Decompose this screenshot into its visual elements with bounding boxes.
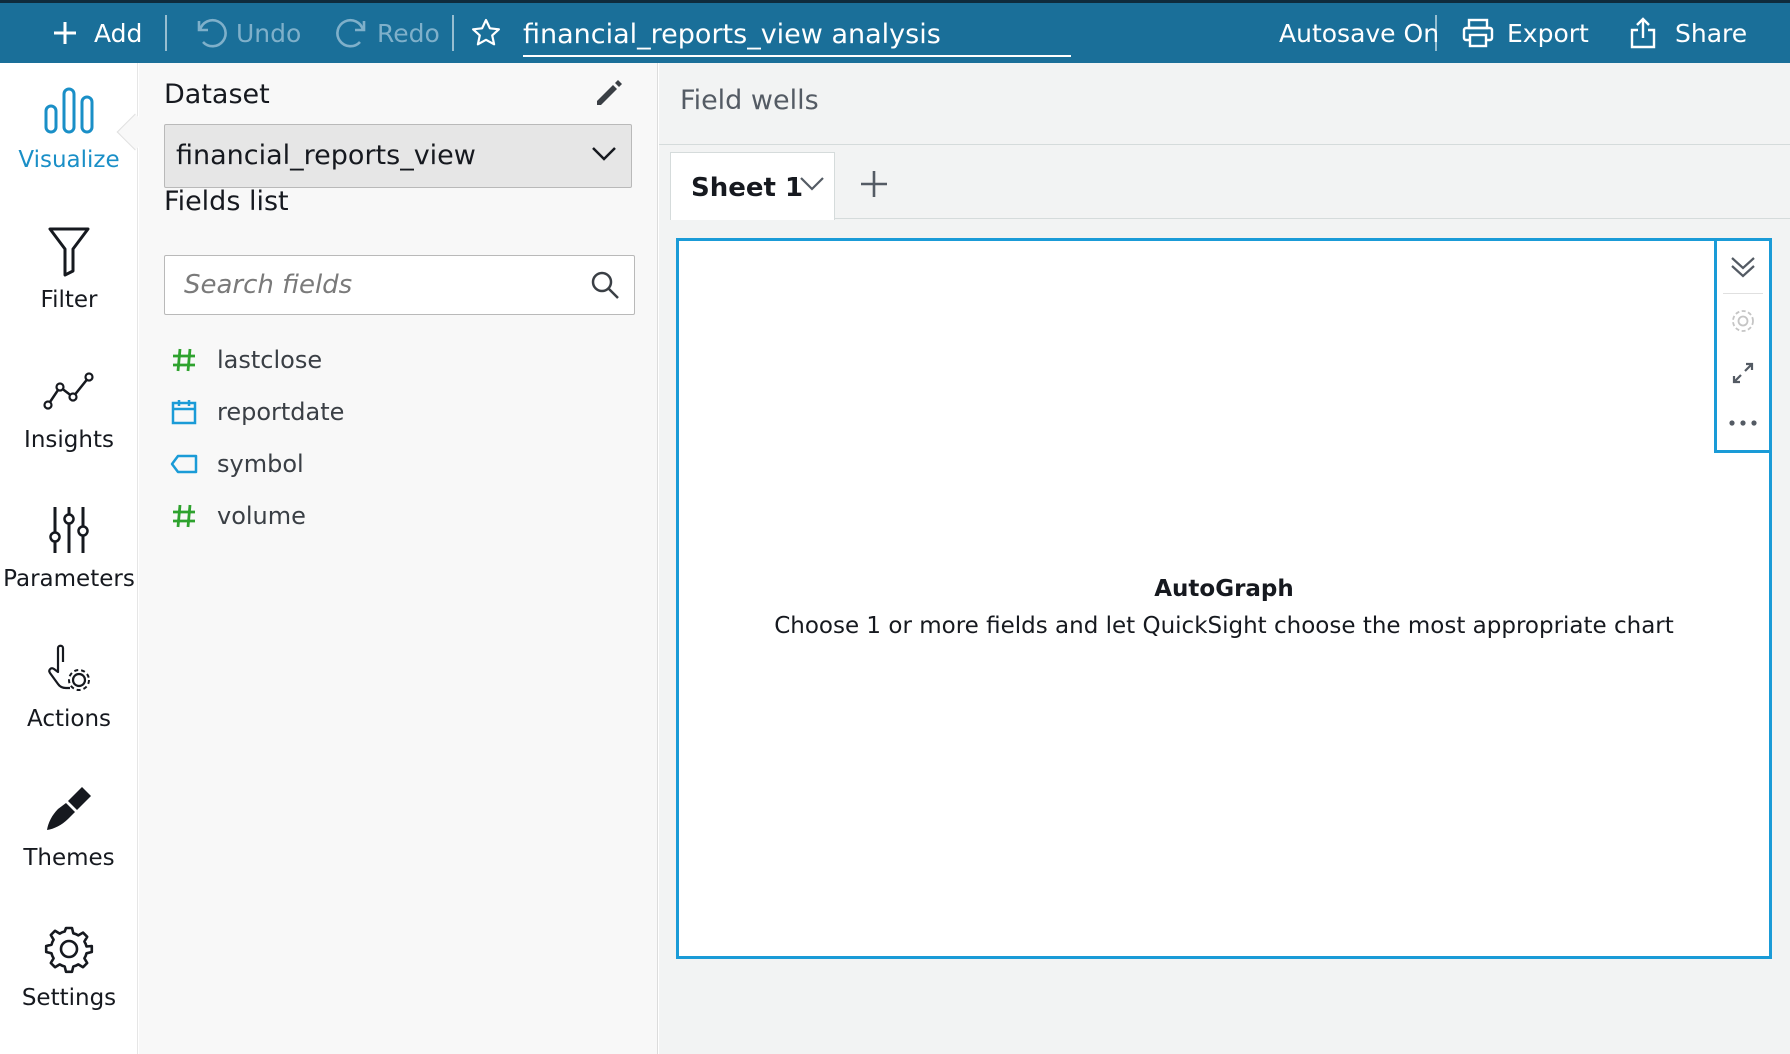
rail-label: Actions — [26, 706, 111, 732]
autograph-description: Choose 1 or more fields and let QuickSig… — [774, 613, 1674, 639]
visual-more-button[interactable] — [1717, 397, 1769, 449]
rail-label: Parameters — [3, 566, 135, 592]
export-label: Export — [1507, 18, 1589, 48]
calendar-icon — [171, 400, 197, 425]
visual-settings-button[interactable] — [1717, 295, 1769, 347]
toolbar-divider — [1435, 15, 1437, 51]
sliders-icon — [49, 507, 89, 553]
gear-icon — [44, 926, 94, 974]
rail-item-parameters[interactable]: Parameters — [0, 482, 138, 602]
analysis-title-input[interactable]: financial_reports_view analysis — [523, 17, 1071, 57]
sheet-tab-label: Sheet 1 — [691, 173, 804, 203]
field-wells-bar[interactable]: Field wells — [659, 63, 1790, 145]
rail-item-actions[interactable]: Actions — [0, 622, 138, 742]
plus-icon — [861, 171, 887, 197]
expand-visual-button[interactable] — [1717, 347, 1769, 399]
rail-label: Themes — [23, 845, 115, 871]
rail-item-filter[interactable]: Filter — [0, 203, 138, 323]
tag-icon — [170, 454, 198, 474]
edit-dataset-button[interactable] — [591, 77, 625, 111]
autograph-visual[interactable]: AutoGraph Choose 1 or more fields and le… — [676, 238, 1772, 959]
gear-icon — [1732, 310, 1754, 332]
field-name: symbol — [217, 450, 304, 478]
collapse-chevrons-icon — [1731, 257, 1755, 278]
undo-icon — [197, 18, 227, 48]
autosave-label: Autosave On — [1279, 18, 1440, 48]
field-item-symbol[interactable]: symbol — [169, 444, 304, 484]
add-button[interactable]: Add — [52, 3, 142, 63]
pointer-gear-icon — [48, 644, 90, 691]
visual-menu — [1714, 238, 1772, 453]
tab-divider — [829, 218, 1790, 219]
rail-item-insights[interactable]: Insights — [0, 343, 138, 463]
field-name: volume — [217, 502, 306, 530]
field-name: reportdate — [217, 398, 345, 426]
redo-button[interactable]: Redo — [333, 3, 440, 63]
rail-label: Insights — [24, 427, 114, 453]
share-button[interactable]: Share — [1629, 3, 1747, 63]
dataset-selected-value: financial_reports_view — [176, 140, 476, 171]
chevron-down-icon[interactable] — [799, 175, 825, 193]
rail-label: Visualize — [18, 147, 120, 173]
brush-icon — [47, 787, 91, 830]
rail-item-themes[interactable]: Themes — [0, 761, 138, 881]
menu-divider — [1723, 293, 1763, 294]
pencil-icon — [597, 80, 622, 105]
favorite-button[interactable] — [470, 3, 502, 63]
star-icon — [472, 18, 500, 46]
field-wells-label: Field wells — [680, 85, 819, 116]
add-sheet-button[interactable] — [854, 164, 894, 204]
search-fields-input[interactable] — [184, 256, 584, 314]
export-button[interactable]: Export — [1461, 3, 1589, 63]
chevron-down-icon — [592, 147, 616, 161]
hash-icon — [173, 504, 195, 528]
sheet-tabs-bar: Sheet 1 — [659, 146, 1790, 220]
field-item-reportdate[interactable]: reportdate — [169, 392, 344, 432]
more-icon — [1729, 420, 1757, 426]
funnel-icon — [48, 227, 90, 277]
dataset-select[interactable]: financial_reports_view — [164, 124, 632, 188]
autosave-toggle[interactable]: Autosave On — [1279, 3, 1439, 63]
rail-label: Settings — [21, 985, 117, 1011]
hash-icon — [173, 348, 195, 372]
printer-icon — [1462, 18, 1494, 48]
field-item-lastclose[interactable]: lastclose — [169, 340, 322, 380]
redo-icon — [336, 18, 366, 48]
search-icon — [591, 271, 619, 299]
share-icon — [1630, 17, 1656, 49]
toolbar-divider — [452, 15, 454, 51]
rail-item-visualize[interactable]: Visualize — [0, 63, 138, 183]
fields-list-heading: Fields list — [164, 186, 289, 217]
plus-icon — [54, 22, 76, 44]
undo-label: Undo — [236, 18, 302, 48]
field-name: lastclose — [217, 346, 323, 374]
top-toolbar: Add Undo Redo financial_reports_view ana… — [0, 0, 1790, 63]
left-nav-rail: Visualize Filter Insights Parameters Act… — [0, 63, 154, 1054]
field-item-volume[interactable]: volume — [169, 496, 306, 536]
redo-label: Redo — [377, 18, 440, 48]
add-label: Add — [94, 18, 143, 48]
bar-chart-icon — [44, 87, 94, 134]
toolbar-divider — [165, 15, 167, 51]
rail-label: Filter — [40, 287, 98, 313]
autograph-title: AutoGraph — [1154, 576, 1294, 602]
line-trend-icon — [43, 372, 94, 410]
share-label: Share — [1675, 18, 1748, 48]
rail-item-settings[interactable]: Settings — [0, 901, 138, 1021]
main-canvas: Field wells Sheet 1 AutoGraph Choose 1 o… — [659, 63, 1790, 1054]
expand-icon — [1732, 362, 1754, 384]
collapse-visual-button[interactable] — [1717, 241, 1769, 293]
undo-button[interactable]: Undo — [192, 3, 301, 63]
dataset-heading: Dataset — [164, 79, 270, 110]
search-fields-box — [164, 255, 635, 315]
data-panel: Dataset financial_reports_view Fields li… — [139, 63, 658, 1054]
tab-sheet-1[interactable]: Sheet 1 — [670, 152, 835, 220]
